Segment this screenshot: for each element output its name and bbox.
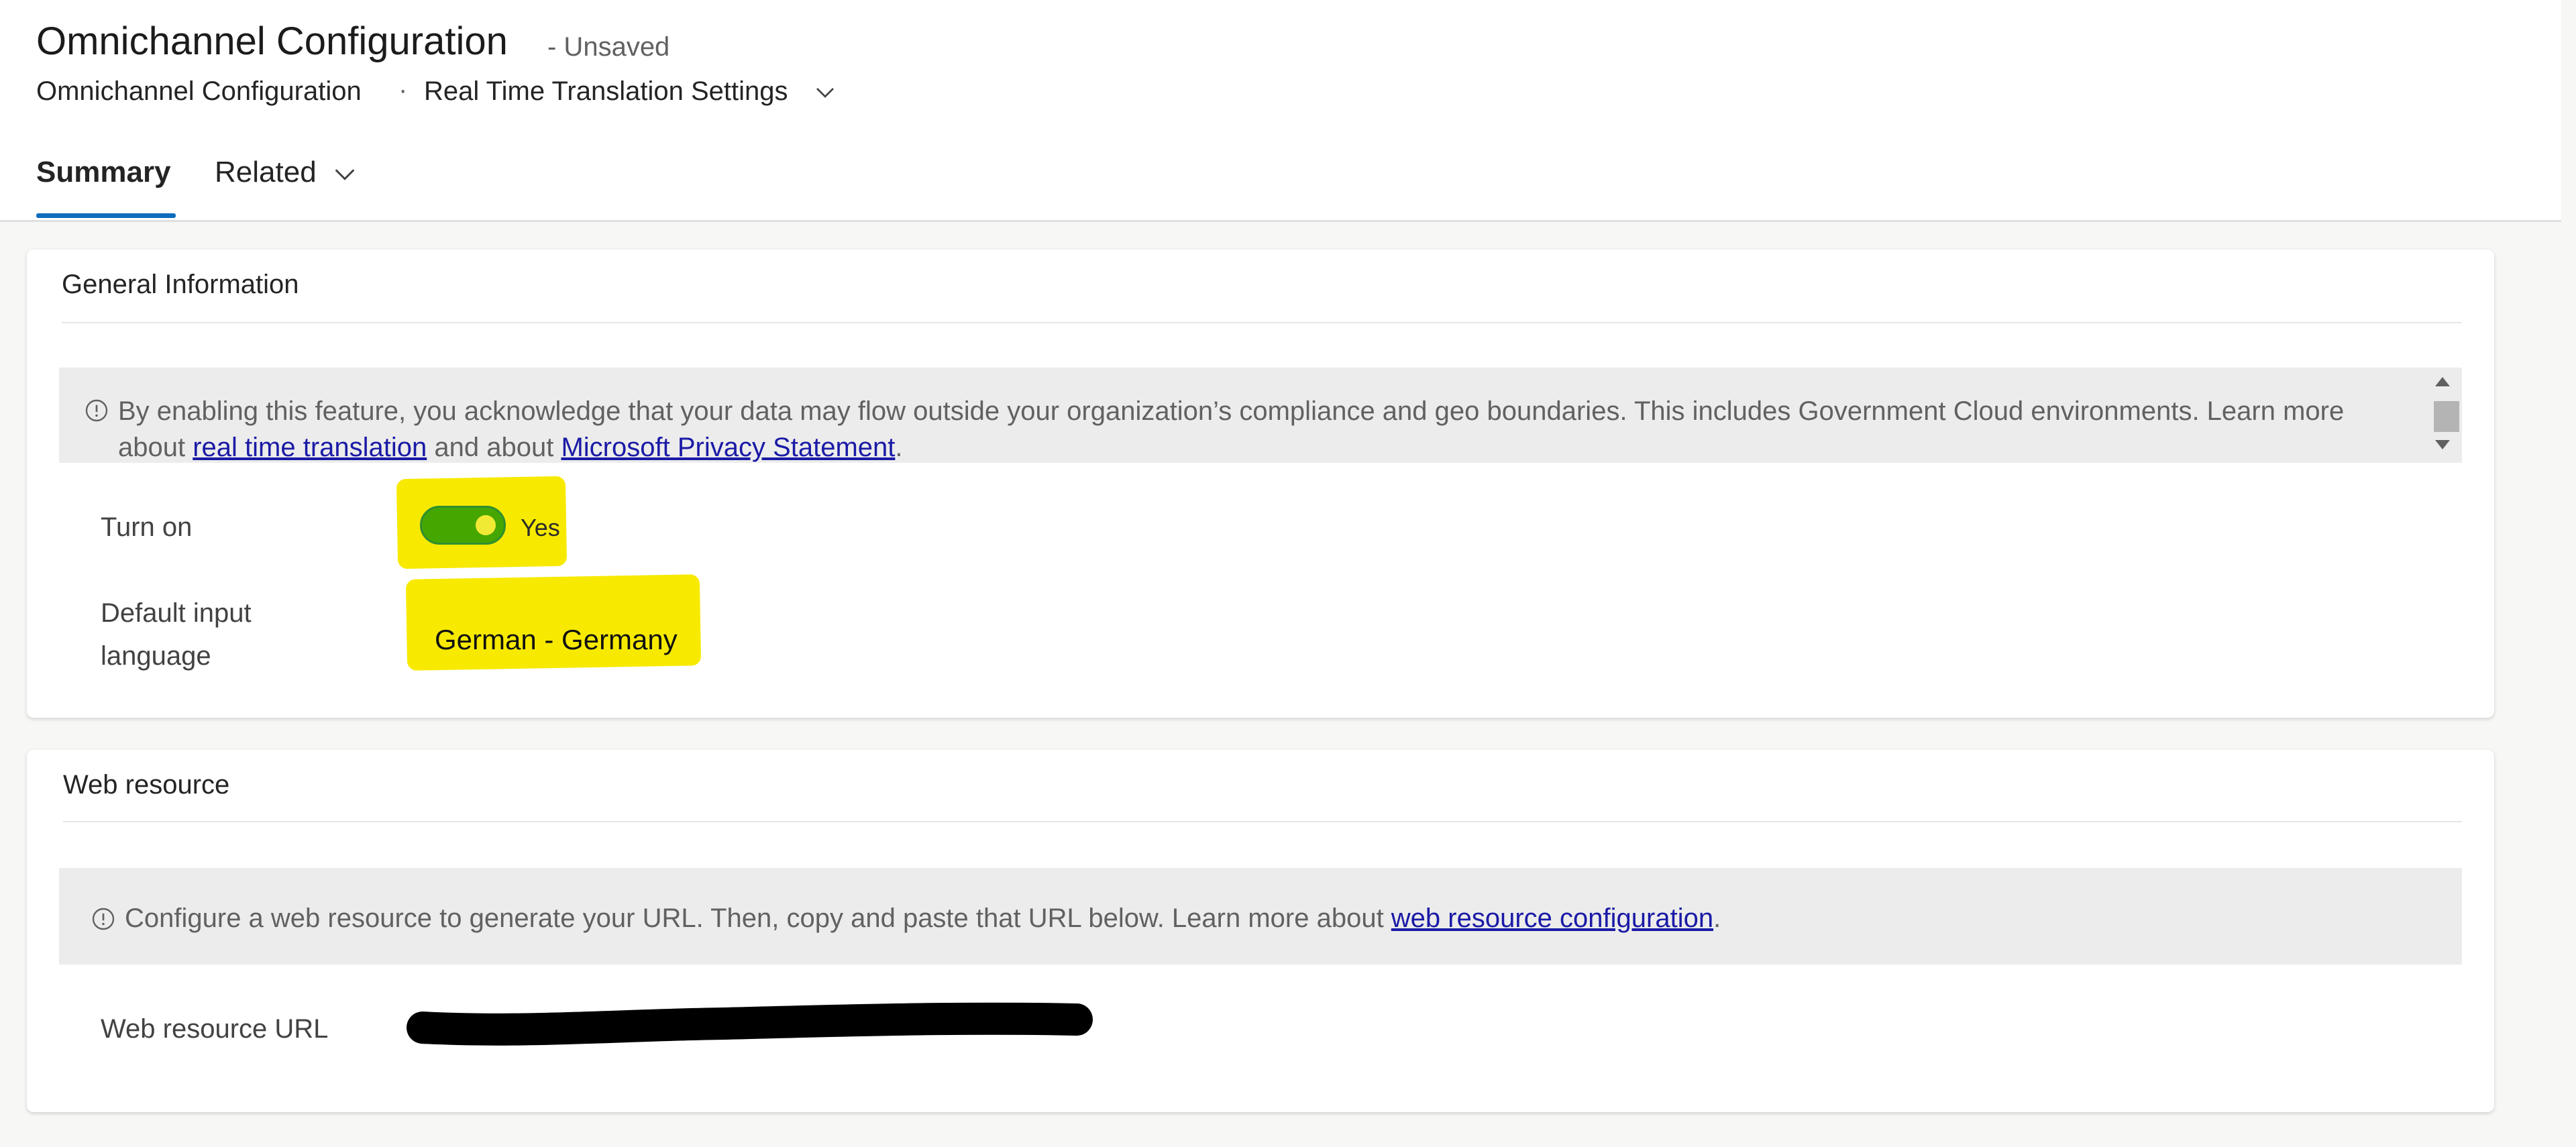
- section-title-web-resource: Web resource: [63, 770, 230, 800]
- notice-text: .: [1713, 904, 1721, 933]
- breadcrumb-entity: Omnichannel Configuration: [36, 76, 362, 106]
- scrollbar-thumb[interactable]: [2434, 401, 2459, 432]
- info-circle-icon: [92, 908, 115, 930]
- web-resource-url-label: Web resource URL: [101, 1014, 329, 1044]
- tab-related[interactable]: Related: [215, 156, 317, 189]
- page-title: Omnichannel Configuration: [36, 19, 508, 63]
- turn-on-label: Turn on: [101, 512, 193, 542]
- real-time-translation-link[interactable]: real time translation: [193, 433, 427, 462]
- info-circle-icon: [85, 399, 108, 422]
- notice-text: Configure a web resource to generate you…: [125, 904, 1391, 933]
- section-divider: [62, 322, 2462, 323]
- redacted-url-field[interactable]: [402, 986, 1100, 1046]
- privacy-statement-link[interactable]: Microsoft Privacy Statement: [561, 433, 895, 462]
- notice-text: .: [895, 433, 903, 462]
- section-divider: [63, 821, 2462, 822]
- scroll-up-arrow[interactable]: [2435, 377, 2450, 386]
- turn-on-value: Yes: [521, 514, 560, 541]
- tab-selected-indicator: [36, 213, 176, 218]
- default-language-label: Default input language: [101, 598, 252, 671]
- tab-summary[interactable]: Summary: [36, 156, 171, 189]
- notice-text: and about: [427, 433, 561, 462]
- unsaved-status: - Unsaved: [547, 32, 670, 62]
- scroll-down-arrow[interactable]: [2435, 440, 2450, 449]
- toggle-knob: [476, 515, 496, 535]
- chevron-down-icon[interactable]: [331, 161, 358, 188]
- highlight-mark: [405, 574, 702, 671]
- form-selector[interactable]: Real Time Translation Settings: [424, 76, 788, 107]
- chevron-down-icon[interactable]: [813, 80, 837, 105]
- web-resource-notice-text: Configure a web resource to generate you…: [125, 900, 1721, 936]
- web-resource-configuration-link[interactable]: web resource configuration: [1391, 904, 1713, 933]
- turn-on-toggle[interactable]: [420, 506, 506, 545]
- compliance-notice-text: By enabling this feature, you acknowledg…: [118, 393, 2372, 466]
- default-language-value[interactable]: German - Germany: [435, 624, 678, 656]
- section-title-general-information: General Information: [62, 270, 299, 299]
- breadcrumb-separator: ·: [398, 75, 408, 105]
